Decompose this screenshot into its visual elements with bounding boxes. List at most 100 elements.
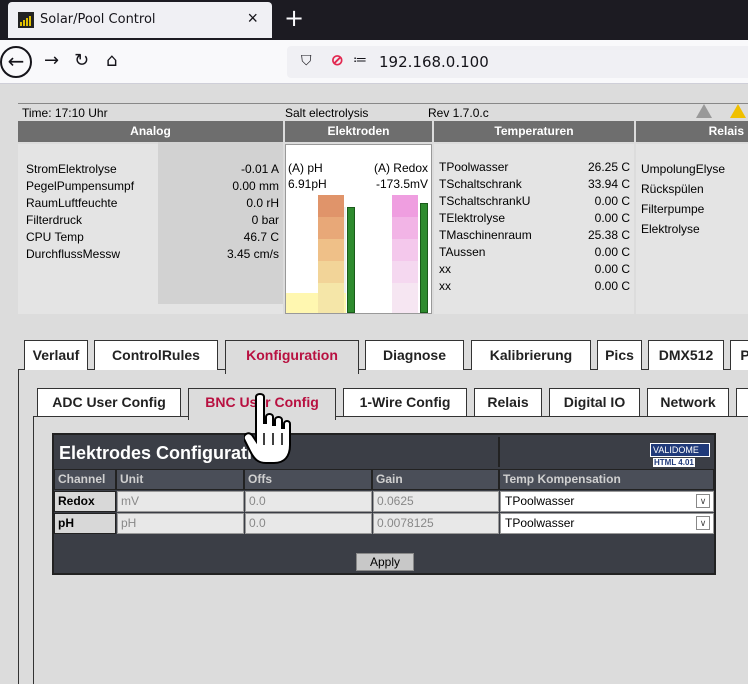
header-offs: Offs: [244, 469, 372, 490]
header-unit: Unit: [116, 469, 244, 490]
tab-verlauf[interactable]: Verlauf: [24, 340, 88, 370]
shield-icon[interactable]: ⛉: [301, 52, 312, 69]
ph-bar-segment: [318, 239, 344, 261]
hand-cursor-icon: [244, 393, 291, 464]
ph-bar-segment: [318, 261, 344, 283]
relais-panel: UmpolungElyse Rückspülen Filterpumpe Ele…: [636, 144, 748, 314]
reload-icon: ↻: [74, 50, 90, 71]
temperature-row: xx 0.00 C: [439, 279, 630, 293]
analog-row: StromElektrolyse -0.01 A: [26, 162, 279, 176]
close-icon[interactable]: ×: [247, 8, 258, 29]
temperaturen-header: Temperaturen: [434, 121, 634, 142]
temperature-row: TElektrolyse 0.00 C: [439, 211, 630, 225]
redox-bar-segment: [392, 195, 418, 217]
url-text[interactable]: 192.168.0.100: [379, 53, 489, 71]
tab-pics[interactable]: Pics: [597, 340, 642, 370]
temperature-row: TPoolwasser 26.25 C: [439, 160, 630, 174]
relais-header: Relais: [636, 121, 748, 142]
validator-badge[interactable]: VALIDOME HTML 4.01: [650, 443, 710, 467]
tab-network[interactable]: Network: [647, 388, 729, 416]
time-text: Time: 17:10 Uhr: [22, 106, 108, 120]
tab-adc-user-config[interactable]: ADC User Config: [37, 388, 181, 416]
offs-input-redox[interactable]: 0.0: [245, 491, 372, 512]
gain-input-redox[interactable]: 0.0625: [373, 491, 499, 512]
ph-level-bar: [347, 207, 355, 313]
tab-p[interactable]: P: [730, 340, 748, 370]
temp-select-ph[interactable]: TPoolwasser ∨: [500, 513, 714, 534]
redox-bar-segment: [392, 261, 418, 283]
tab-1wire-config[interactable]: 1-Wire Config: [343, 388, 467, 416]
gain-input-ph[interactable]: 0.0078125: [373, 513, 499, 534]
analog-row: CPU Temp 46.7 C: [26, 230, 279, 244]
signal-bars-icon: [18, 12, 34, 28]
revision-text: Rev 1.7.0.c: [428, 106, 489, 120]
tab-kalibrierung[interactable]: Kalibrierung: [471, 340, 591, 370]
header-channel: Channel: [54, 469, 116, 490]
header-gain: Gain: [372, 469, 499, 490]
elektroden-header: Elektroden: [285, 121, 432, 142]
warning-icon[interactable]: [730, 104, 746, 118]
warning-icon[interactable]: [696, 104, 712, 118]
navigation-bar: ← → ↻ ⌂ ⛉ ⊘ ≔ 192.168.0.100: [0, 40, 748, 84]
analog-row: Filterdruck 0 bar: [26, 213, 279, 227]
apply-button[interactable]: Apply: [356, 553, 414, 571]
browser-tab-bar: Solar/Pool Control × +: [0, 0, 748, 40]
ph-bar-segment: [318, 217, 344, 239]
offs-input-ph[interactable]: 0.0: [245, 513, 372, 534]
temperature-row: TAussen 0.00 C: [439, 245, 630, 259]
forward-button[interactable]: →: [44, 50, 59, 71]
unit-input-redox[interactable]: mV: [117, 491, 244, 512]
tab-dmx512[interactable]: DMX512: [648, 340, 724, 370]
browser-tab[interactable]: Solar/Pool Control ×: [8, 2, 272, 38]
row-channel-ph: pH: [54, 513, 116, 534]
redox-label: (A) Redox: [373, 161, 428, 175]
tab-relais[interactable]: Relais: [474, 388, 542, 416]
temp-select-redox[interactable]: TPoolwasser ∨: [500, 491, 714, 512]
analog-panel: StromElektrolyse -0.01 A PegelPumpensumpf…: [18, 142, 283, 314]
tab-digital-io[interactable]: Digital IO: [549, 388, 640, 416]
analog-row: RaumLuftfeuchte 0.0 rH: [26, 196, 279, 210]
reload-button[interactable]: ↻: [74, 50, 89, 71]
temperature-row: TSchaltschrankU 0.00 C: [439, 194, 630, 208]
ph-bar-segment: [318, 195, 344, 217]
temperature-row: xx 0.00 C: [439, 262, 630, 276]
main-tabs: Verlauf ControlRules Konfiguration Diagn…: [18, 340, 748, 374]
config-title: Elektrodes Configuration: [59, 443, 275, 463]
tab-title: Solar/Pool Control: [40, 12, 156, 27]
status-row: Time: 17:10 Uhr Salt electrolysis Rev 1.…: [18, 103, 748, 121]
redox-level-bar: [420, 203, 428, 313]
ph-value: 6.91pH: [288, 177, 327, 191]
tab-controlrules[interactable]: ControlRules: [94, 340, 218, 370]
analog-row: PegelPumpensumpf 0.00 mm: [26, 179, 279, 193]
url-bar[interactable]: ⛉ ⊘ ≔ 192.168.0.100: [287, 46, 748, 78]
header-temp-kompensation: Temp Kompensation: [499, 469, 714, 490]
mode-text: Salt electrolysis: [285, 106, 369, 120]
home-button[interactable]: ⌂: [106, 50, 117, 71]
ph-label: (A) pH: [288, 161, 323, 175]
analog-header: Analog: [18, 121, 283, 142]
electrode-gauges: (A) pH 6.91pH (A) Redox -173.5mV: [285, 144, 432, 314]
tab-konfiguration[interactable]: Konfiguration: [225, 340, 359, 374]
redox-bar-segment: [392, 239, 418, 261]
redox-bar-segment: [392, 283, 418, 313]
tab-diagnose[interactable]: Diagnose: [365, 340, 464, 370]
header-divider: [498, 437, 500, 467]
chevron-down-icon: ∨: [696, 516, 710, 530]
analog-row: DurchflussMessw 3.45 cm/s: [26, 247, 279, 261]
temperature-row: TSchaltschrank 33.94 C: [439, 177, 630, 191]
temperature-row: TMaschinenraum 25.38 C: [439, 228, 630, 242]
arrow-left-icon: ←: [7, 49, 25, 73]
permissions-icon[interactable]: ≔: [353, 51, 367, 68]
insecure-lock-icon[interactable]: ⊘: [331, 51, 344, 69]
back-button[interactable]: ←: [0, 46, 32, 78]
ph-bar-segment: [318, 283, 344, 313]
temperature-panel: TPoolwasser 26.25 C TSchaltschrank 33.94 C…: [434, 144, 634, 314]
row-channel-redox: Redox: [54, 491, 116, 512]
new-tab-button[interactable]: +: [284, 4, 304, 32]
arrow-right-icon: →: [44, 50, 60, 71]
tab-more[interactable]: [736, 388, 748, 416]
redox-bar-segment: [392, 217, 418, 239]
chevron-down-icon: ∨: [696, 494, 710, 508]
unit-input-ph[interactable]: pH: [117, 513, 244, 534]
home-icon: ⌂: [106, 50, 118, 71]
